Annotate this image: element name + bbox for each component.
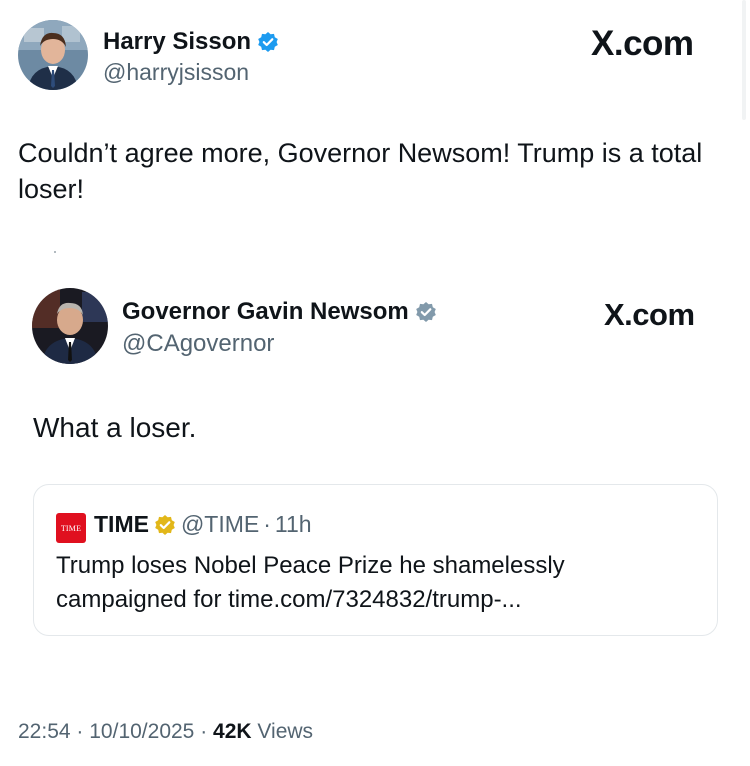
tweet-time[interactable]: 22:54 — [18, 720, 71, 743]
outer-x-logo: X.com — [591, 24, 694, 63]
tweet-screenshot: Harry Sisson @harryjsisson X.com Couldn’… — [0, 0, 750, 766]
embedded-handle[interactable]: @CAgovernor — [122, 330, 274, 358]
quoted-author-name[interactable]: TIME — [94, 511, 149, 538]
views-label: Views — [257, 720, 314, 743]
quoted-header: TIME @TIME · 11h — [94, 511, 312, 538]
profile-photo-icon — [18, 20, 88, 90]
quoted-time-ago[interactable]: 11h — [275, 511, 312, 538]
quoted-tweet-card[interactable]: TIME TIME @TIME · 11h Trump loses Nobel … — [33, 484, 718, 636]
gold-badge-icon — [154, 514, 176, 536]
quoted-separator: · — [263, 511, 271, 537]
time-logo-text: TIME — [60, 523, 82, 533]
time-logo-icon: TIME — [56, 513, 86, 543]
government-badge-icon — [415, 301, 437, 323]
divider-dot — [54, 251, 56, 253]
quoted-handle[interactable]: @TIME — [181, 511, 259, 538]
embedded-tweet-text: What a loser. — [33, 412, 197, 443]
newsom-avatar[interactable] — [32, 288, 108, 364]
meta-separator: · — [76, 720, 84, 743]
scrollbar[interactable] — [742, 0, 746, 120]
embedded-x-logo: X.com — [604, 297, 695, 332]
outer-name-row: Harry Sisson — [103, 28, 279, 56]
outer-tweet-text: Couldn’t agree more, Governor Newsom! Tr… — [18, 138, 703, 204]
embedded-author-name[interactable]: Governor Gavin Newsom — [122, 298, 409, 326]
outer-handle[interactable]: @harryjsisson — [103, 59, 249, 86]
verified-badge-icon — [257, 31, 279, 53]
quoted-tweet-text: Trump loses Nobel Peace Prize he shamele… — [56, 552, 565, 613]
views-count[interactable]: 42K — [213, 720, 252, 743]
tweet-date[interactable]: 10/10/2025 — [89, 720, 194, 743]
outer-author-name[interactable]: Harry Sisson — [103, 28, 251, 56]
profile-photo-icon — [32, 288, 108, 364]
tweet-meta: 22:54 · 10/10/2025 · 42K Views — [18, 720, 313, 744]
harry-sisson-avatar[interactable] — [18, 20, 88, 90]
meta-separator: · — [200, 720, 208, 743]
embedded-name-row: Governor Gavin Newsom — [122, 298, 437, 326]
